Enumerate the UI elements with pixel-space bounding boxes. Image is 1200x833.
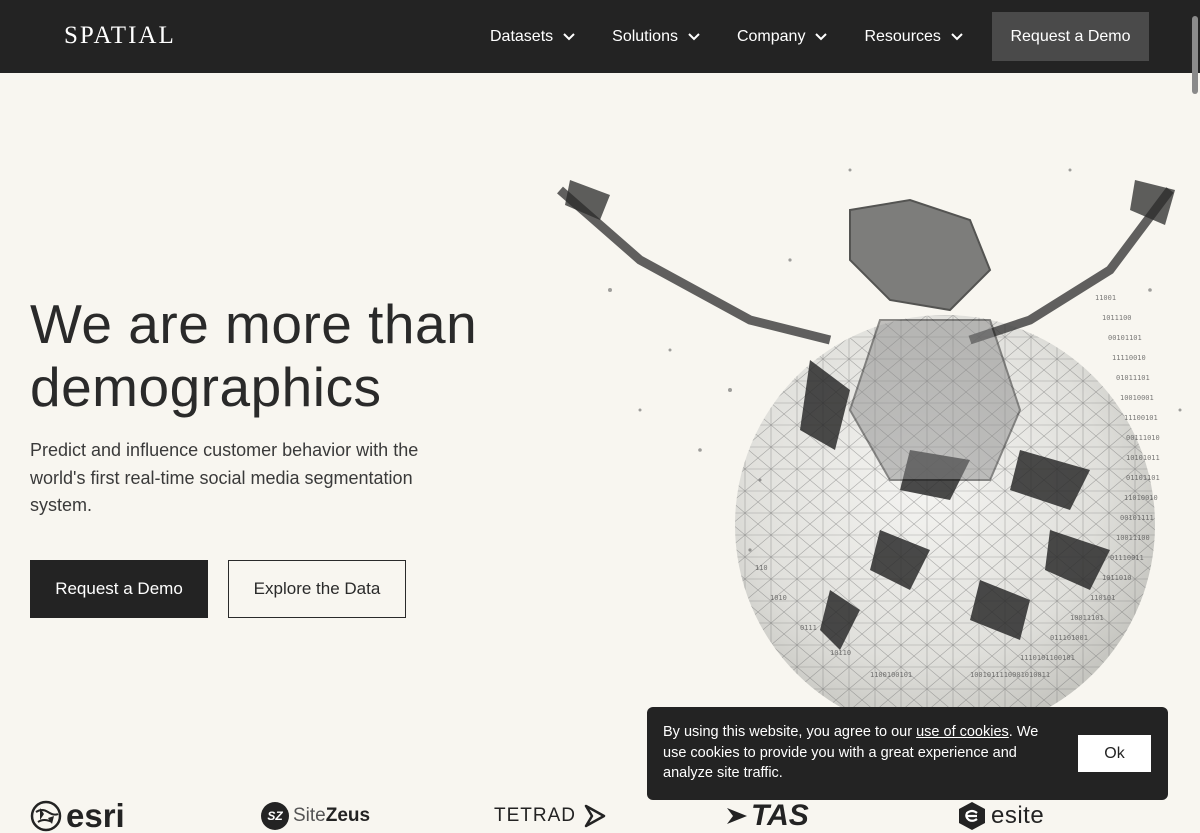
svg-text:1100100101: 1100100101 (870, 671, 912, 679)
tetrad-logo: TETRAD (494, 798, 608, 833)
svg-text:1011100: 1011100 (1102, 314, 1132, 322)
esri-wordmark: esri (66, 796, 125, 833)
sitezeus-logo: SZ Site Zeus (261, 798, 370, 833)
tas-logo: TAS (725, 798, 809, 833)
svg-text:110101: 110101 (1090, 594, 1115, 602)
esite-logo: esite (957, 798, 1044, 833)
svg-text:1110101100101: 1110101100101 (1020, 654, 1075, 662)
svg-text:10011101: 10011101 (1070, 614, 1104, 622)
hero-title: We are more than demographics (30, 293, 550, 419)
svg-text:10101011: 10101011 (1126, 454, 1160, 462)
globe-figure-illustration: 11001 1011100 00101101 11110010 01011101 100… (557, 168, 1182, 710)
nav-resources[interactable]: Resources (864, 27, 963, 46)
cookie-banner: By using this website, you agree to our … (647, 707, 1168, 800)
hero-subtitle: Predict and influence customer behavior … (30, 440, 419, 515)
esite-hexagon-icon (959, 801, 985, 830)
svg-text:11100101: 11100101 (1124, 414, 1158, 422)
svg-text:01101101: 01101101 (1126, 474, 1160, 482)
svg-text:01011101: 01011101 (1116, 374, 1150, 382)
nav-datasets[interactable]: Datasets (490, 28, 575, 46)
svg-text:00111010: 00111010 (1126, 434, 1160, 442)
sitezeus-mark: SZ (261, 801, 289, 830)
cookie-message: By using this website, you agree to our … (663, 722, 1043, 784)
globe-icon (30, 800, 62, 831)
svg-text:10011100: 10011100 (1116, 534, 1150, 542)
nav-datasets-label: Datasets (490, 27, 554, 45)
tas-wordmark: TAS (751, 798, 809, 832)
svg-text:011101001: 011101001 (1050, 634, 1088, 642)
svg-text:1011010: 1011010 (1102, 574, 1132, 582)
svg-text:00101111: 00101111 (1120, 514, 1154, 522)
svg-text:11110010: 11110010 (1112, 354, 1146, 362)
svg-text:0111: 0111 (800, 624, 817, 632)
svg-text:11010010: 11010010 (1124, 494, 1158, 502)
svg-text:00101101: 00101101 (1108, 334, 1142, 342)
tetrad-wordmark: TETRAD (494, 804, 576, 826)
chevron-down-icon (563, 32, 575, 40)
svg-text:01110011: 01110011 (1110, 554, 1144, 562)
hero-title-line1: We are more than (30, 293, 478, 355)
main-nav: Datasets Solutions Company Resources (490, 0, 1000, 73)
svg-text:11001: 11001 (1095, 294, 1116, 302)
svg-text:10110: 10110 (830, 649, 851, 657)
request-demo-nav-button[interactable]: Request a Demo (992, 12, 1149, 61)
site-header: SPATIAL Datasets Solutions Company Resou… (0, 0, 1200, 73)
nav-solutions[interactable]: Solutions (612, 28, 700, 46)
nav-solutions-label: Solutions (612, 27, 678, 45)
sitezeus-site: Site (293, 804, 326, 826)
nav-resources-label: Resources (864, 27, 941, 45)
cookie-text-before: By using this website, you agree to our (663, 724, 917, 740)
svg-text:1001011110001010011: 1001011110001010011 (970, 671, 1050, 679)
esri-logo: esri (30, 798, 125, 833)
cookie-ok-button[interactable]: Ok (1078, 735, 1151, 772)
nav-company-label: Company (736, 27, 806, 45)
chevron-down-icon (815, 32, 828, 40)
cookie-policy-link[interactable]: use of cookies (916, 724, 1009, 740)
chevron-down-icon (951, 32, 963, 40)
svg-text:110: 110 (755, 564, 768, 572)
tetrad-arrow-icon (584, 804, 606, 827)
hero-title-line2: demographics (30, 356, 382, 418)
page-scrollbar[interactable] (1192, 16, 1198, 94)
chevron-down-icon (688, 32, 700, 40)
sitezeus-zeus: Zeus (325, 804, 371, 826)
explore-data-button[interactable]: Explore the Data (228, 560, 406, 618)
spatial-logo[interactable]: SPATIAL (64, 22, 176, 50)
svg-text:1010: 1010 (770, 594, 787, 602)
request-demo-button[interactable]: Request a Demo (30, 560, 208, 618)
esite-wordmark: esite (991, 801, 1045, 829)
nav-company[interactable]: Company (736, 27, 828, 46)
svg-text:10010001: 10010001 (1120, 394, 1154, 402)
tas-arrow-icon (727, 807, 747, 824)
